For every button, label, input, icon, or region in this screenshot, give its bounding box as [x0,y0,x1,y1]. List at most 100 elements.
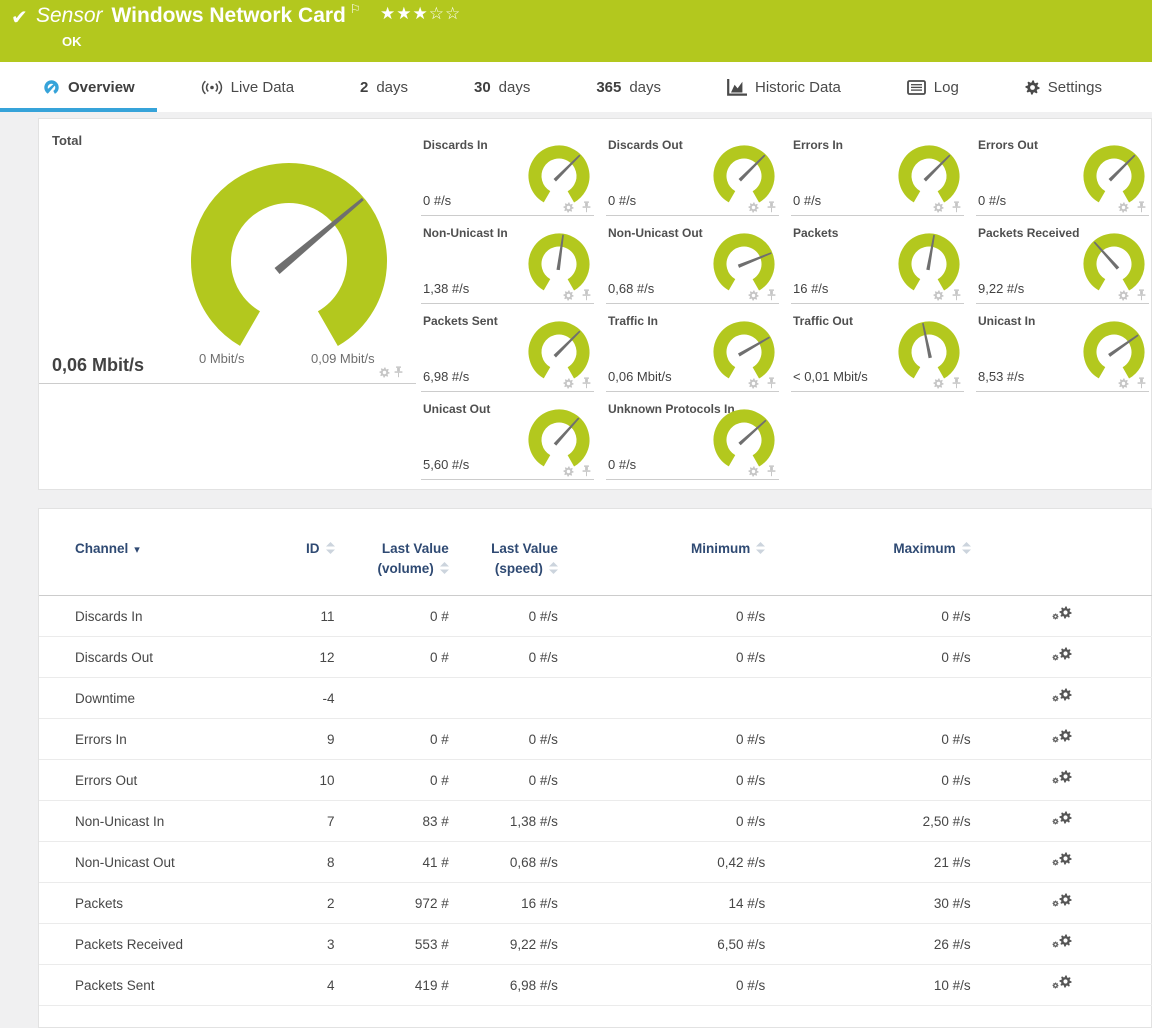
tab-overview[interactable]: Overview [35,62,143,112]
pin-icon[interactable] [582,200,591,218]
status-badge: OK [62,34,82,49]
pin-icon[interactable] [952,376,961,394]
channel-settings-gear-icon[interactable] [1052,606,1072,623]
pin-icon[interactable] [394,365,403,382]
last-value-volume: 41 # [335,842,449,883]
channel-settings-gear-icon[interactable] [1052,688,1072,705]
total-gauge-value: 0,06 Mbit/s [52,355,144,376]
gear-icon[interactable] [933,200,944,218]
channel-settings-gear-icon[interactable] [1052,934,1072,951]
channel-name[interactable]: Discards In [39,596,279,637]
pin-icon[interactable] [767,464,776,482]
pin-icon[interactable] [582,288,591,306]
gauge-value: 16 #/s [793,281,828,296]
tab-historic-data[interactable]: Historic Data [719,62,849,112]
tab-live-data[interactable]: Live Data [193,62,302,112]
channel-settings-gear-icon[interactable] [1052,647,1072,664]
tab-label: Live Data [231,79,294,96]
priority-stars[interactable]: ★★★☆☆ [380,4,461,24]
pin-icon[interactable] [1137,376,1146,394]
gear-icon[interactable] [1118,200,1129,218]
pin-icon[interactable] [952,200,961,218]
column-header-last-valuespeed[interactable]: Last Value(speed) [449,539,558,596]
gear-icon[interactable] [748,376,759,394]
channel-name[interactable]: Packets [39,883,279,924]
gear-icon[interactable] [1118,376,1129,394]
pin-icon[interactable] [582,376,591,394]
pin-icon[interactable] [1137,200,1146,218]
gauge-tile-errors-in[interactable]: Errors In 0 #/s [791,136,976,224]
channel-name[interactable]: Packets Sent [39,965,279,1006]
table-body: Discards In110 #0 #/s0 #/s0 #/s Discards… [39,596,1152,1006]
channel-name[interactable]: Errors Out [39,760,279,801]
gauge-tile-non-unicast-out[interactable]: Non-Unicast Out 0,68 #/s [606,224,791,312]
gauge-tile-non-unicast-in[interactable]: Non-Unicast In 1,38 #/s [421,224,606,312]
tab-365[interactable]: 365 days [588,62,669,112]
gauge-tile-packets-sent[interactable]: Packets Sent 6,98 #/s [421,312,606,400]
pin-icon[interactable] [767,376,776,394]
gear-icon[interactable] [379,365,390,382]
gear-icon[interactable] [1118,288,1129,306]
gear-icon[interactable] [933,288,944,306]
channel-settings-gear-icon[interactable] [1052,729,1072,746]
maximum-value: 26 #/s [765,924,970,965]
flag-icon[interactable]: ⚐ [350,2,361,16]
pin-icon[interactable] [767,200,776,218]
channel-settings-cell [971,842,1152,883]
tab-2[interactable]: 2 days [352,62,416,112]
gauge-tile-packets[interactable]: Packets 16 #/s [791,224,976,312]
channel-settings-gear-icon[interactable] [1052,893,1072,910]
gauge-tile-traffic-out[interactable]: Traffic Out < 0,01 Mbit/s [791,312,976,400]
channel-settings-gear-icon[interactable] [1052,811,1072,828]
channel-name[interactable]: Errors In [39,719,279,760]
gauge-actions [1118,288,1146,306]
channel-settings-gear-icon[interactable] [1052,770,1072,787]
pin-icon[interactable] [952,288,961,306]
channel-name[interactable]: Packets Received [39,924,279,965]
channel-settings-gear-icon[interactable] [1052,852,1072,869]
gauge-tile-traffic-in[interactable]: Traffic In 0,06 Mbit/s [606,312,791,400]
last-value-speed: 9,22 #/s [449,924,558,965]
gauge-value: 8,53 #/s [978,369,1024,384]
gear-icon[interactable] [563,200,574,218]
gauge-label: Traffic In [608,314,658,328]
gauge-value: 0 #/s [793,193,821,208]
gauge-tile-discards-in[interactable]: Discards In 0 #/s [421,136,606,224]
gauge-tile-unknown-protocols-in[interactable]: Unknown Protocols In 0 #/s [606,400,791,488]
channel-name[interactable]: Non-Unicast Out [39,842,279,883]
tab-settings[interactable]: Settings [1017,62,1110,112]
gauge-label: Unicast In [978,314,1035,328]
gauge-tile-errors-out[interactable]: Errors Out 0 #/s [976,136,1152,224]
gauge-tile-discards-out[interactable]: Discards Out 0 #/s [606,136,791,224]
gear-icon[interactable] [748,288,759,306]
gear-icon[interactable] [563,288,574,306]
gear-icon[interactable] [563,464,574,482]
gauge-tile-unicast-in[interactable]: Unicast In 8,53 #/s [976,312,1152,400]
total-gauge[interactable] [187,159,391,363]
pin-icon[interactable] [582,464,591,482]
tab-log[interactable]: Log [899,62,967,112]
gear-icon[interactable] [748,200,759,218]
channel-name[interactable]: Downtime [39,678,279,719]
last-value-speed: 16 #/s [449,883,558,924]
gear-icon[interactable] [748,464,759,482]
pin-icon[interactable] [767,288,776,306]
gear-icon[interactable] [563,376,574,394]
column-header-channel[interactable]: Channel▾ [39,539,279,596]
channel-settings-gear-icon[interactable] [1052,975,1072,992]
column-header-id[interactable]: ID [279,539,334,596]
table-row-packets-sent: Packets Sent4419 #6,98 #/s0 #/s10 #/s [39,965,1152,1006]
divider [39,383,416,384]
tab-30[interactable]: 30 days [466,62,538,112]
gauge-tile-packets-received[interactable]: Packets Received 9,22 #/s [976,224,1152,312]
channel-name[interactable]: Discards Out [39,637,279,678]
channel-name[interactable]: Non-Unicast In [39,801,279,842]
gauge-tile-unicast-out[interactable]: Unicast Out 5,60 #/s [421,400,606,488]
table-row-packets-received: Packets Received3553 #9,22 #/s6,50 #/s26… [39,924,1152,965]
sensor-name[interactable]: Windows Network Card [112,4,346,27]
column-header-maximum[interactable]: Maximum [765,539,970,596]
column-header-last-valuevolume[interactable]: Last Value(volume) [335,539,449,596]
gear-icon[interactable] [933,376,944,394]
pin-icon[interactable] [1137,288,1146,306]
column-header-minimum[interactable]: Minimum [558,539,765,596]
